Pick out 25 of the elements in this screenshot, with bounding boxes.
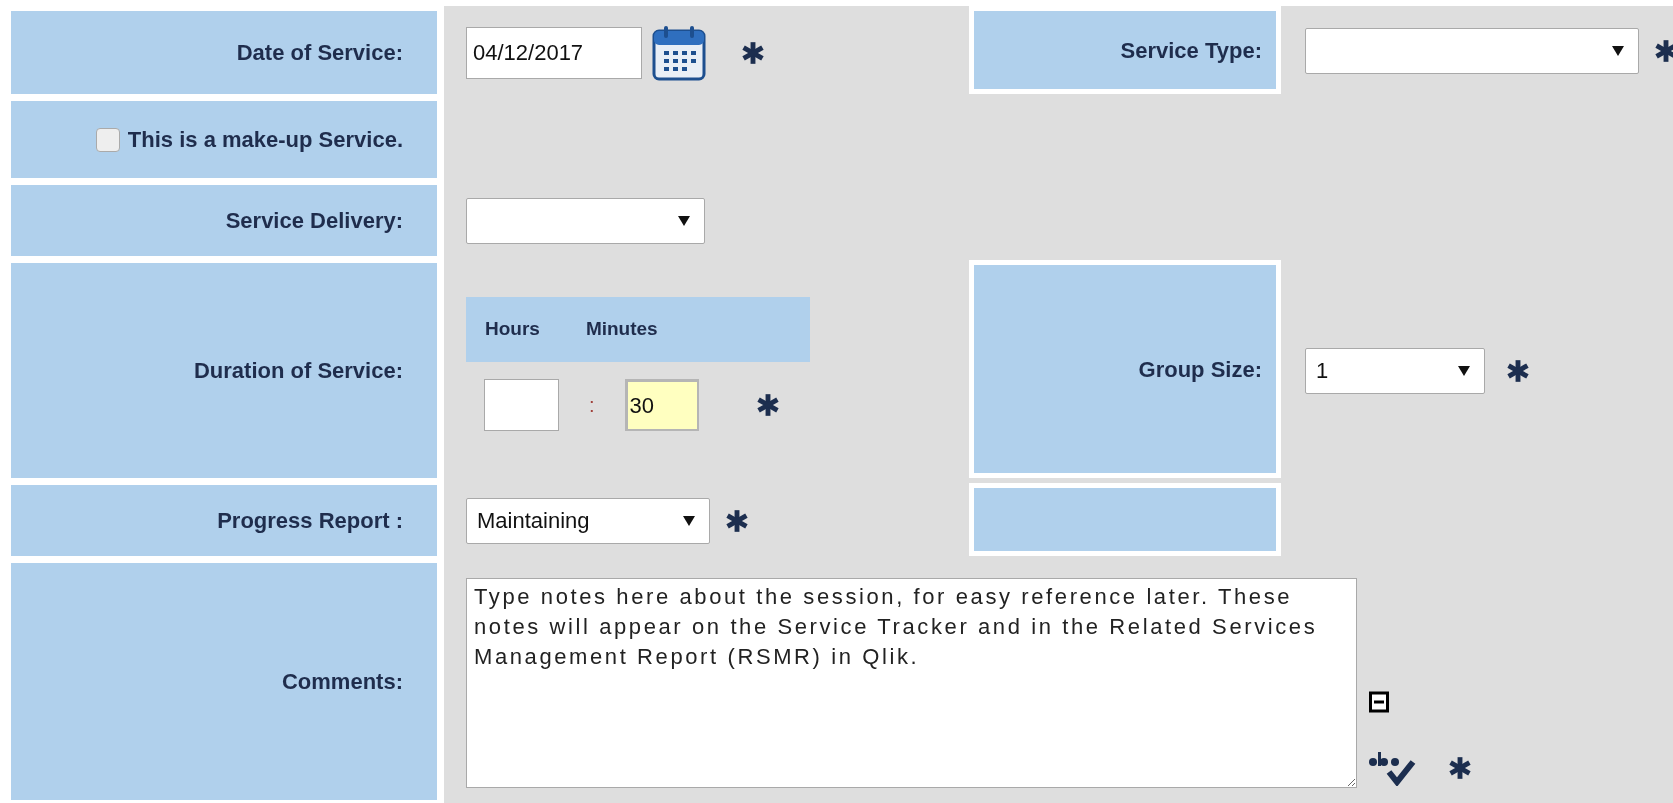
caret-icon bbox=[683, 515, 695, 526]
makeup-checkbox[interactable] bbox=[95, 127, 120, 152]
hours-heading: Hours bbox=[485, 317, 540, 342]
group-size-select[interactable]: 1 bbox=[1305, 347, 1485, 394]
service-delivery-select[interactable] bbox=[466, 197, 705, 244]
caret-icon bbox=[678, 215, 690, 226]
progress-report-select[interactable]: Maintaining bbox=[466, 497, 710, 544]
minutes-heading: Minutes bbox=[585, 317, 658, 342]
date-field[interactable]: 04/12/2017 bbox=[466, 26, 642, 79]
service-type-select[interactable] bbox=[1305, 27, 1639, 74]
comments-field[interactable]: Type notes here about the session, for easy reference later. These notes will appear on the Service Tracker and in the Related Services Management Report (RSMR) in Qlik. bbox=[466, 578, 1357, 788]
field-label: Duration of Service: bbox=[11, 263, 437, 478]
field-label: Date of Service: bbox=[11, 11, 437, 94]
field-label: Comments: bbox=[11, 563, 437, 800]
field-label: Service Delivery: bbox=[11, 185, 437, 256]
field-label: Progress Report : bbox=[11, 485, 437, 556]
field-label: Service Type: bbox=[1120, 36, 1262, 65]
minutes-field[interactable]: 30 bbox=[624, 379, 699, 431]
caret-icon bbox=[1612, 45, 1624, 56]
hours-field[interactable] bbox=[484, 379, 559, 431]
field-label: Group Size: bbox=[1138, 355, 1262, 384]
calendar-icon[interactable] bbox=[652, 24, 706, 81]
time-separator: : bbox=[589, 393, 595, 418]
makeup-label: This is a make-up Service. bbox=[127, 126, 403, 154]
caret-icon bbox=[1458, 365, 1470, 376]
